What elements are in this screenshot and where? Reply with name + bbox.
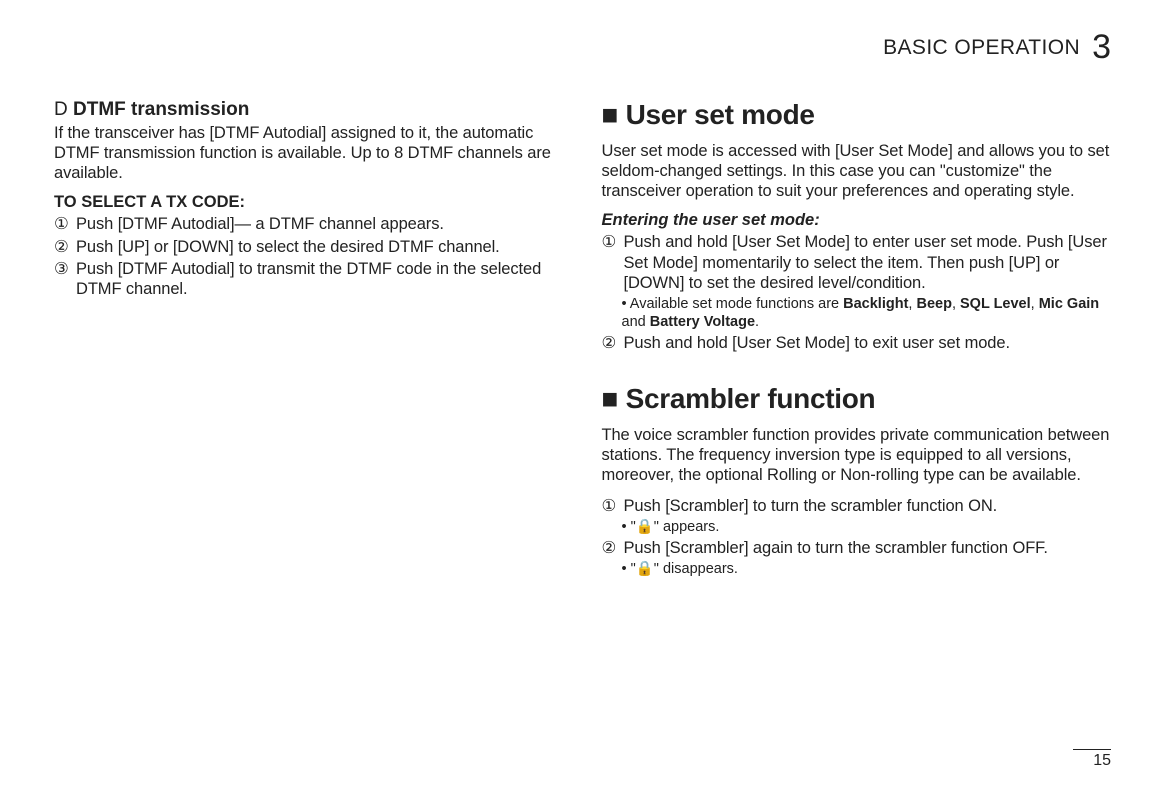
step-text-3: Push [DTMF Autodial] to transmit the DTM… <box>76 259 564 299</box>
scr-step-2: ② Push [Scrambler] again to turn the scr… <box>602 538 1112 558</box>
scr-step-1: ① Push [Scrambler] to turn the scrambler… <box>602 496 1112 516</box>
dtmf-step-3: ③ Push [DTMF Autodial] to transmit the D… <box>54 259 564 299</box>
scrambler-heading: ■ Scrambler function <box>602 383 1112 415</box>
step-number-3: ③ <box>54 259 72 299</box>
usm-step1-text: Push and hold [User Set Mode] to enter u… <box>624 232 1112 292</box>
step-text-2: Push [UP] or [DOWN] to select the desire… <box>76 237 500 257</box>
dtmf-step-1: ① Push [DTMF Autodial]— a DTMF channel a… <box>54 214 564 234</box>
right-column: ■ User set mode User set mode is accesse… <box>602 99 1112 749</box>
chapter-number: 3 <box>1092 28 1111 67</box>
usm-step2-text: Push and hold [User Set Mode] to exit us… <box>624 333 1010 353</box>
dtmf-heading-text: DTMF transmission <box>73 99 249 120</box>
scr-step1-text: Push [Scrambler] to turn the scrambler f… <box>624 496 998 516</box>
scr-note1-text: • "🔒" appears. <box>622 518 720 536</box>
scr-note2: • "🔒" disappears. <box>622 560 1112 578</box>
left-column: D DTMF transmission If the transceiver h… <box>54 99 564 749</box>
scr-step2-num: ② <box>602 538 620 558</box>
page: BASIC OPERATION 3 D DTMF transmission If… <box>0 0 1163 804</box>
scrambler-para: The voice scrambler function provides pr… <box>602 425 1112 485</box>
square-icon: ■ <box>602 99 626 130</box>
scr-note2-text: • "🔒" disappears. <box>622 560 738 578</box>
usm-step-2: ② Push and hold [User Set Mode] to exit … <box>602 333 1112 353</box>
page-number: 15 <box>1073 749 1111 770</box>
entering-label: Entering the user set mode: <box>602 211 1112 230</box>
page-footer: 15 <box>54 749 1111 770</box>
usm-note1: • Available set mode functions are Backl… <box>622 295 1112 331</box>
user-set-mode-title: User set mode <box>626 99 815 130</box>
usm-note1-text: • Available set mode functions are Backl… <box>622 295 1112 331</box>
diamond-icon: D <box>54 99 73 120</box>
user-set-mode-para: User set mode is accessed with [User Set… <box>602 141 1112 201</box>
user-set-mode-heading: ■ User set mode <box>602 99 1112 131</box>
scr-step1-num: ① <box>602 496 620 516</box>
content-columns: D DTMF transmission If the transceiver h… <box>54 99 1111 749</box>
step-text-1: Push [DTMF Autodial]— a DTMF channel app… <box>76 214 444 234</box>
scr-note1: • "🔒" appears. <box>622 518 1112 536</box>
scrambler-title: Scrambler function <box>626 383 876 414</box>
page-header: BASIC OPERATION 3 <box>54 28 1111 67</box>
select-tx-label: TO SELECT A TX CODE: <box>54 193 564 212</box>
scr-step2-text: Push [Scrambler] again to turn the scram… <box>624 538 1048 558</box>
header-title: BASIC OPERATION <box>883 36 1080 60</box>
usm-step2-num: ② <box>602 333 620 353</box>
step-number-1: ① <box>54 214 72 234</box>
usm-step-1: ① Push and hold [User Set Mode] to enter… <box>602 232 1112 292</box>
step-number-2: ② <box>54 237 72 257</box>
usm-step1-num: ① <box>602 232 620 292</box>
dtmf-intro: If the transceiver has [DTMF Autodial] a… <box>54 123 564 183</box>
dtmf-step-2: ② Push [UP] or [DOWN] to select the desi… <box>54 237 564 257</box>
square-icon-2: ■ <box>602 383 626 414</box>
dtmf-heading: D DTMF transmission <box>54 99 564 121</box>
